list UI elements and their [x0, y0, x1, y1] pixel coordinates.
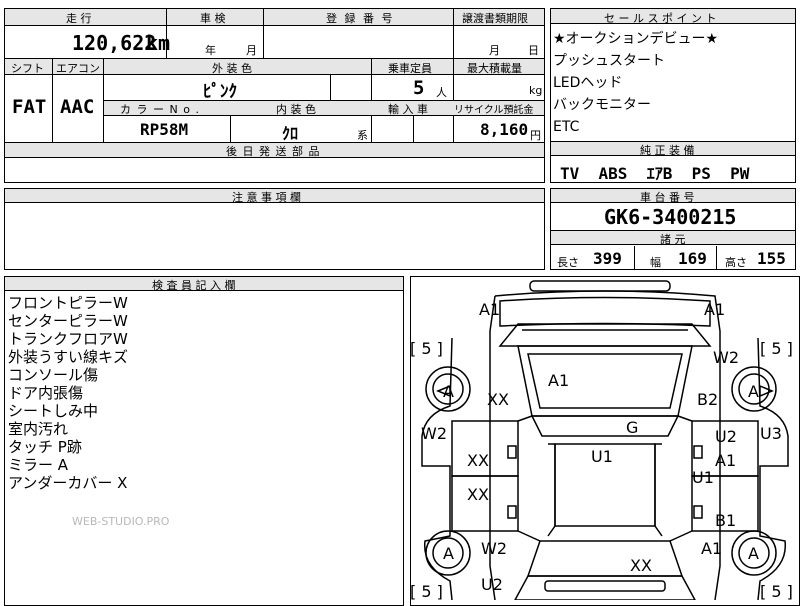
mark-u3: U3	[760, 424, 782, 443]
mark-xx-front: XX	[487, 390, 509, 409]
inspector-line: シートしみ中	[8, 402, 99, 420]
watermark: WEB-STUDIO.PRO	[72, 515, 170, 528]
mark-bracket-rear-right: [ 5 ]	[760, 582, 793, 601]
shift-value: FAT	[12, 96, 47, 118]
mark-front-right-bumper: A1	[704, 300, 726, 319]
interior-color-label: 内 装 色	[276, 103, 316, 116]
shift-label: シフト	[11, 62, 44, 75]
inspector-line: アンダーカバー X	[8, 474, 128, 492]
chassis-value: GK6-3400215	[604, 205, 737, 229]
spec-length-value: 399	[593, 249, 622, 268]
car-diagram	[421, 280, 789, 600]
inspector-label: 検 査 員 記 入 欄	[152, 279, 236, 292]
sales-point-item: ETC	[553, 119, 580, 135]
mark-a1-hood: A1	[548, 371, 570, 390]
specs-label: 諸 元	[660, 233, 686, 246]
aircon-label: エアコン	[56, 62, 100, 75]
standard-equipment-label: 純 正 装 備	[640, 144, 695, 157]
notes-label: 注 意 事 項 欄	[232, 191, 301, 204]
mark-front-left-bumper: A1	[479, 300, 501, 319]
spec-width-label: 幅	[650, 256, 661, 269]
interior-color-unit: 系	[357, 129, 368, 142]
inspector-line: ミラー A	[8, 456, 69, 474]
mark-xx-left1: XX	[467, 451, 489, 470]
import-car-label: 輸 入 車	[388, 103, 428, 116]
max-load-label: 最大積載量	[467, 62, 522, 75]
inspector-line: 室内汚れ	[8, 420, 69, 438]
sales-point-item: ★オークションデビュー★	[553, 31, 719, 47]
mark-tire-rear-left: A	[443, 544, 454, 563]
sales-point-item: LEDヘッド	[553, 75, 623, 91]
recycle-label: リサイクル預託金	[454, 105, 534, 116]
mark-xx-left2: XX	[467, 485, 489, 504]
registration-label: 登 録 番 号	[326, 12, 395, 25]
transfer-month-unit: 月	[489, 44, 500, 57]
later-parts-label: 後 日 発 送 部 品	[226, 145, 321, 158]
capacity-unit: 人	[436, 86, 447, 99]
mileage-value: 120,622	[72, 31, 157, 55]
mileage-label: 走 行	[66, 12, 92, 25]
inspector-line: コンソール傷	[8, 366, 99, 384]
mark-w2-bottom: W2	[481, 539, 507, 558]
inspection-month-unit: 月	[246, 44, 257, 57]
mark-g: G	[626, 418, 639, 437]
inspector-line: タッチ P跡	[8, 438, 82, 456]
mark-u2-bottom: U2	[481, 575, 503, 594]
mark-xx-rear: XX	[630, 556, 652, 575]
mark-b2: B2	[697, 390, 719, 409]
mark-u1-center: U1	[591, 447, 613, 466]
mark-w2-top: W2	[713, 348, 739, 367]
inspector-line: トランクフロアW	[8, 330, 128, 348]
inspector-line: フロントピラーW	[8, 294, 128, 312]
transfer-day-unit: 日	[528, 44, 539, 57]
color-no-value: RP58M	[140, 120, 189, 139]
exterior-color-label: 外 装 色	[212, 62, 252, 75]
sales-point-item: バックモニター	[553, 97, 651, 113]
mark-tire-front-right: A	[748, 382, 759, 401]
mark-tire-rear-right: A	[748, 544, 759, 563]
mark-bracket-rear-left: [ 5 ]	[410, 582, 443, 601]
inspector-line: センターピラーW	[8, 312, 128, 330]
capacity-value: 5	[413, 77, 425, 99]
mark-bracket-front-left: [ 5 ]	[410, 339, 443, 358]
exterior-color-value: ﾋﾟﾝｸ	[203, 82, 237, 102]
inspection-year-unit: 年	[205, 44, 216, 57]
aircon-value: AAC	[60, 96, 95, 118]
inspection-label: 車 検	[200, 12, 226, 25]
spec-height-label: 高さ	[725, 256, 747, 269]
mark-b1: B1	[715, 511, 737, 530]
mark-u1-right: U1	[692, 468, 714, 487]
mark-a1-bottom: A1	[701, 539, 723, 558]
spec-length-label: 長さ	[557, 256, 579, 269]
mileage-unit: km	[146, 31, 171, 55]
recycle-value: 8,160	[480, 120, 529, 139]
spec-width-value: 169	[678, 249, 707, 268]
transfer-label: 譲渡書類期限	[462, 12, 528, 25]
max-load-unit: kg	[529, 84, 543, 97]
color-no-label: カ ラ ー N o .	[120, 103, 200, 116]
inspector-line: ドア内張傷	[8, 384, 84, 402]
capacity-label: 乗車定員	[388, 62, 432, 75]
mark-bracket-front-right: [ 5 ]	[760, 339, 793, 358]
mark-tire-front-left: A	[443, 382, 454, 401]
sales-points-label: セ ー ル ス ポ イ ン ト	[604, 12, 717, 25]
mark-a1-right: A1	[715, 451, 737, 470]
chassis-label: 車 台 番 号	[640, 191, 695, 204]
inspector-line: 外装うすい線キズ	[8, 348, 129, 366]
spec-height-value: 155	[757, 249, 786, 268]
recycle-unit: 円	[530, 129, 541, 142]
mark-u2-right: U2	[715, 427, 737, 446]
interior-color-value: ｸﾛ	[282, 124, 299, 143]
sales-point-item: プッシュスタート	[553, 53, 665, 69]
standard-equipment-value: TV ABS ｴｱB PS PW	[560, 164, 750, 183]
mark-w2-left: W2	[421, 424, 447, 443]
